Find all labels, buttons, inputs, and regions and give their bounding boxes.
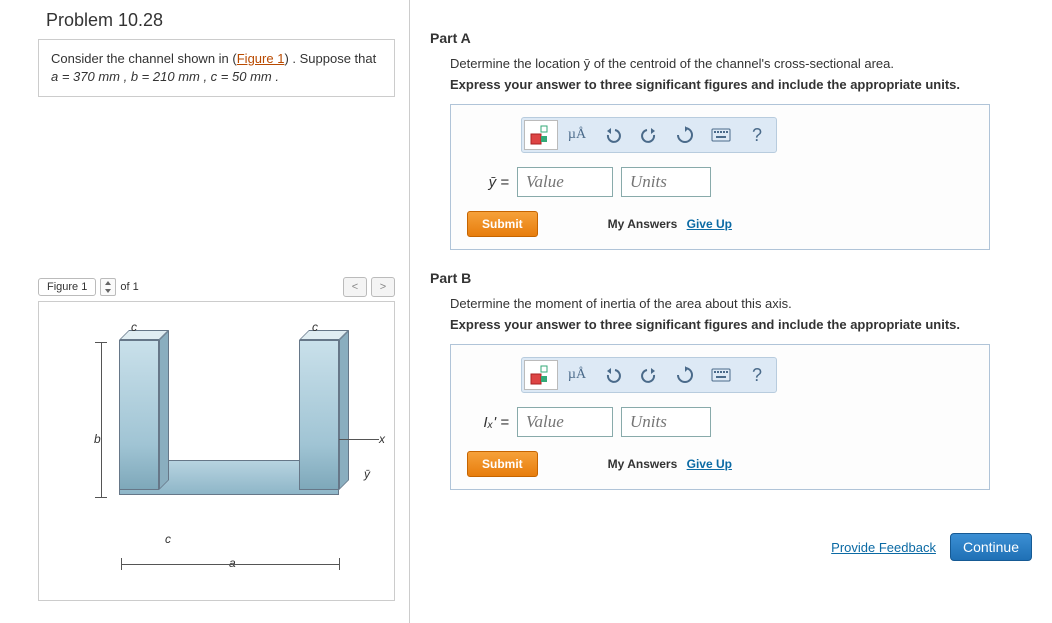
- figure-image: c c c b a ȳ x: [38, 301, 395, 601]
- problem-title: Problem 10.28: [0, 0, 409, 39]
- problem-statement: Consider the channel shown in (Figure 1)…: [38, 39, 395, 97]
- part-b-instr: Express your answer to three significant…: [450, 317, 1032, 332]
- dim-x-axis: x: [379, 432, 385, 446]
- keyboard-icon[interactable]: [704, 360, 738, 390]
- prompt-pre: Consider the channel shown in (: [51, 51, 237, 66]
- figure-next-button[interactable]: >: [371, 277, 395, 297]
- part-a: Part A Determine the location ȳ of the c…: [430, 30, 1032, 250]
- part-a-units-input[interactable]: [621, 167, 711, 197]
- part-b-answer-box: µÅ ? Iₓ' =: [450, 344, 990, 490]
- help-icon[interactable]: ?: [740, 120, 774, 150]
- units-tool-button[interactable]: µÅ: [560, 360, 594, 390]
- part-a-instr: Express your answer to three significant…: [450, 77, 1032, 92]
- part-a-myanswers-label: My Answers: [608, 217, 678, 231]
- provide-feedback-link[interactable]: Provide Feedback: [831, 540, 936, 555]
- prompt-post: ) . Suppose that: [284, 51, 376, 66]
- part-b-desc: Determine the moment of inertia of the a…: [450, 296, 1032, 311]
- redo-icon[interactable]: [632, 360, 666, 390]
- figure-stepper[interactable]: [100, 278, 116, 296]
- part-a-value-input[interactable]: [517, 167, 613, 197]
- part-b-title: Part B: [430, 270, 1032, 286]
- part-a-toolbar: µÅ ?: [521, 117, 777, 153]
- figure-selector[interactable]: Figure 1: [38, 278, 96, 296]
- part-b-submit-button[interactable]: Submit: [467, 451, 538, 477]
- part-b-giveup-link[interactable]: Give Up: [687, 457, 732, 471]
- undo-icon[interactable]: [596, 120, 630, 150]
- givens: a = 370 mm , b = 210 mm , c = 50 mm .: [51, 69, 279, 84]
- dim-c-bottom: c: [165, 532, 171, 546]
- reset-icon[interactable]: [668, 360, 702, 390]
- part-a-var-label: ȳ =: [467, 174, 509, 191]
- part-b-var-label: Iₓ' =: [467, 414, 509, 431]
- part-b: Part B Determine the moment of inertia o…: [430, 270, 1032, 490]
- part-b-toolbar: µÅ ?: [521, 357, 777, 393]
- part-a-giveup-link[interactable]: Give Up: [687, 217, 732, 231]
- dim-c-top-right: c: [312, 320, 318, 334]
- reset-icon[interactable]: [668, 120, 702, 150]
- redo-icon[interactable]: [632, 120, 666, 150]
- undo-icon[interactable]: [596, 360, 630, 390]
- dim-ybar: ȳ: [364, 467, 370, 481]
- dim-a: a: [229, 556, 236, 570]
- keyboard-icon[interactable]: [704, 120, 738, 150]
- template-tool-icon[interactable]: [524, 360, 558, 390]
- continue-button[interactable]: Continue: [950, 533, 1032, 561]
- part-b-value-input[interactable]: [517, 407, 613, 437]
- dim-b: b: [94, 432, 101, 446]
- part-a-answer-box: µÅ ? ȳ =: [450, 104, 990, 250]
- figure-prev-button[interactable]: <: [343, 277, 367, 297]
- part-a-desc: Determine the location ȳ of the centroid…: [450, 56, 1032, 71]
- part-a-title: Part A: [430, 30, 1032, 46]
- template-tool-icon[interactable]: [524, 120, 558, 150]
- part-b-units-input[interactable]: [621, 407, 711, 437]
- help-icon[interactable]: ?: [740, 360, 774, 390]
- dim-c-top-left: c: [131, 320, 137, 334]
- part-b-myanswers-label: My Answers: [608, 457, 678, 471]
- figure-count: of 1: [120, 281, 138, 293]
- units-tool-button[interactable]: µÅ: [560, 120, 594, 150]
- figure-panel: Figure 1 of 1 < >: [38, 277, 395, 601]
- figure-link[interactable]: Figure 1: [237, 51, 285, 66]
- part-a-submit-button[interactable]: Submit: [467, 211, 538, 237]
